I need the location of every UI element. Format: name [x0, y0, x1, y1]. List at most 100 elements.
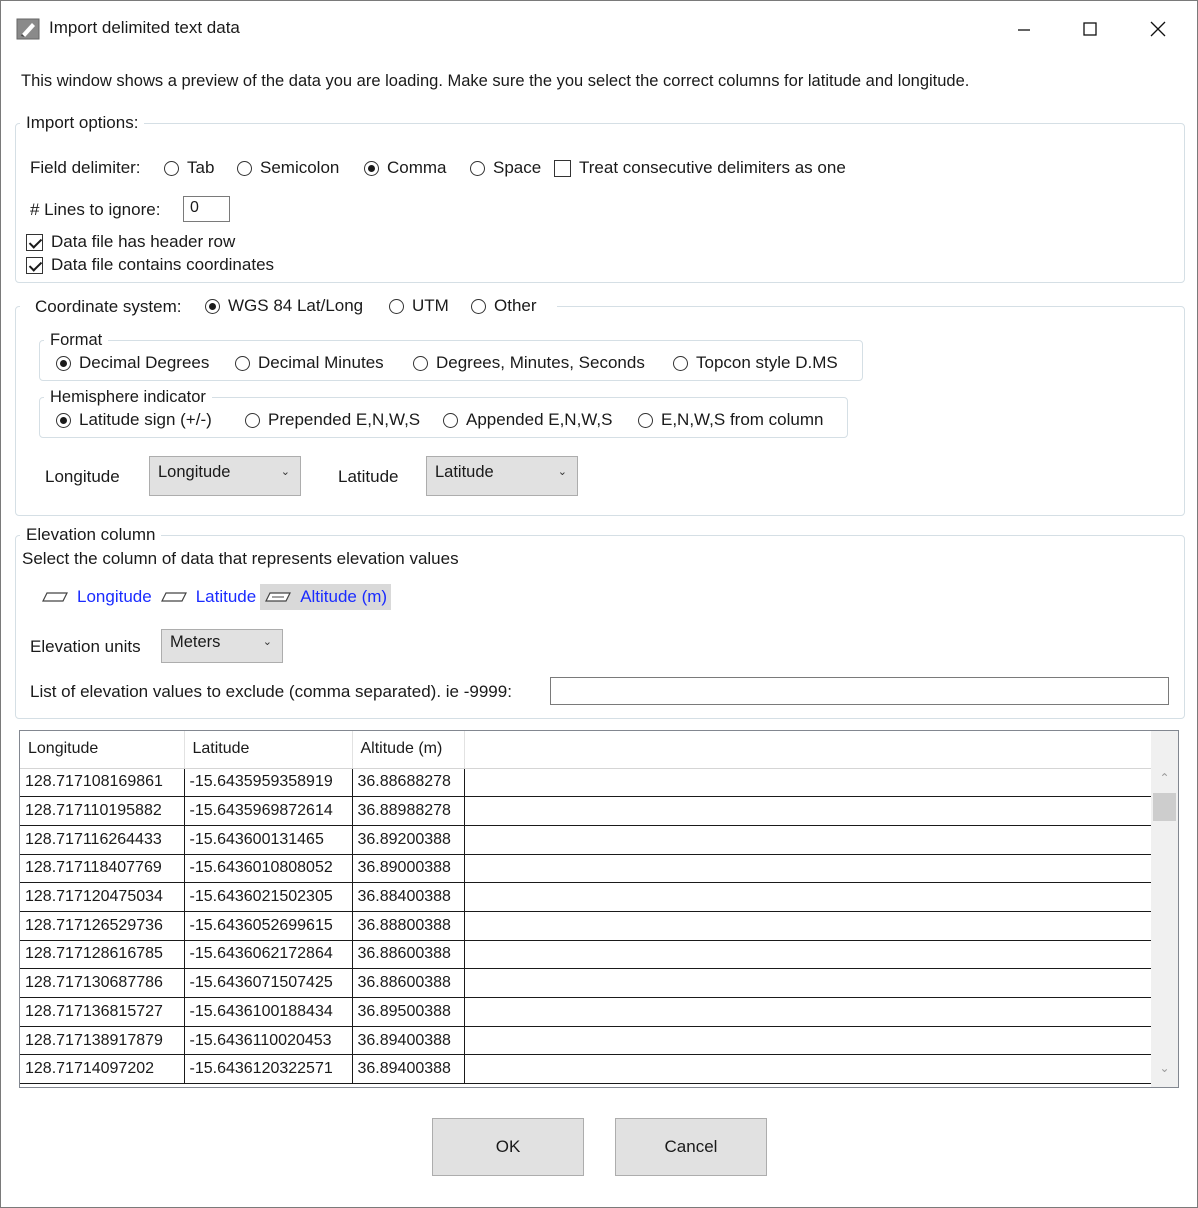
- elevation-column-label: Longitude: [77, 587, 152, 606]
- scrollbar-thumb[interactable]: [1153, 793, 1176, 821]
- table-row[interactable]: 128.71714097202 -15.6436120322571 36.89400…: [20, 1054, 1152, 1085]
- longitude-dropdown[interactable]: Longitude ⌄: [149, 456, 301, 496]
- radio-label: Space: [493, 158, 542, 177]
- header-row-checkbox[interactable]: Data file has header row: [26, 232, 235, 252]
- radio-indicator: [471, 298, 486, 314]
- column-header-altitude[interactable]: Altitude (m): [352, 731, 465, 769]
- radio-coord-utm[interactable]: UTM: [389, 296, 449, 316]
- cell: 128.717130687786: [20, 968, 185, 998]
- title-bar[interactable]: Import delimited text data: [1, 1, 1197, 57]
- data-table: Longitude Latitude Altitude (m) 128.7171…: [20, 731, 1152, 1085]
- close-button[interactable]: [1135, 11, 1181, 47]
- radio-label: Decimal Degrees: [79, 353, 210, 372]
- cell: -15.6435959358919: [184, 768, 353, 798]
- radio-indicator: [56, 355, 71, 371]
- radio-label: Degrees, Minutes, Seconds: [436, 353, 645, 372]
- radio-delimiter-tab[interactable]: Tab: [164, 158, 214, 178]
- cell: -15.6436071507425: [184, 968, 353, 998]
- cell: 36.89400388: [352, 1026, 465, 1056]
- radio-delimiter-comma[interactable]: Comma: [364, 158, 447, 178]
- latitude-dropdown[interactable]: Latitude ⌄: [426, 456, 578, 496]
- consecutive-delimiters-checkbox[interactable]: Treat consecutive delimiters as one: [554, 158, 846, 178]
- elevation-units-label: Elevation units: [30, 637, 141, 656]
- radio-indicator: [443, 412, 458, 428]
- checkbox-label: Data file has header row: [51, 232, 236, 251]
- elevation-column-altitude[interactable]: Altitude (m): [260, 584, 392, 610]
- scroll-up-icon[interactable]: ⌃: [1151, 771, 1178, 785]
- longitude-dropdown-value: Longitude: [158, 463, 231, 481]
- cell: 128.717120475034: [20, 882, 185, 912]
- radio-format-dms[interactable]: Degrees, Minutes, Seconds: [413, 353, 645, 373]
- table-row[interactable]: 128.717136815727 -15.6436100188434 36.8950…: [20, 997, 1152, 1027]
- radio-indicator: [673, 355, 688, 371]
- radio-hemisphere-column[interactable]: E,N,W,S from column: [638, 410, 823, 430]
- column-header-longitude[interactable]: Longitude: [20, 731, 185, 769]
- cell: 128.717138917879: [20, 1026, 185, 1056]
- table-row[interactable]: 128.717110195882 -15.6435969872614 36.8898…: [20, 796, 1152, 826]
- elevation-column-latitude[interactable]: Latitude: [156, 587, 261, 607]
- cell-filler: [464, 940, 1152, 970]
- scroll-down-icon[interactable]: ⌄: [1151, 1061, 1178, 1075]
- elevation-column-label: Latitude: [195, 587, 257, 606]
- lines-to-ignore-input[interactable]: 0: [183, 196, 230, 222]
- radio-coord-wgs84[interactable]: WGS 84 Lat/Long: [205, 296, 363, 316]
- lines-to-ignore-label: # Lines to ignore:: [30, 200, 161, 219]
- cell-filler: [464, 882, 1152, 912]
- cell: 36.88988278: [352, 796, 465, 826]
- cell: 36.89000388: [352, 854, 465, 884]
- elevation-column-longitude[interactable]: Longitude: [37, 587, 156, 607]
- cell-filler: [464, 1026, 1152, 1056]
- column-header-latitude[interactable]: Latitude: [184, 731, 353, 769]
- exclude-values-input[interactable]: [550, 677, 1169, 705]
- ok-button[interactable]: OK: [432, 1118, 584, 1176]
- cell: 36.89200388: [352, 825, 465, 855]
- radio-delimiter-semicolon[interactable]: Semicolon: [237, 158, 339, 178]
- table-row[interactable]: 128.717130687786 -15.6436071507425 36.8860…: [20, 968, 1152, 998]
- vertical-scrollbar[interactable]: ⌃ ⌄: [1151, 731, 1178, 1087]
- table-header-row: Longitude Latitude Altitude (m): [20, 731, 1152, 769]
- import-dialog: Import delimited text data This window s…: [0, 0, 1198, 1208]
- cell: 128.717108169861: [20, 768, 185, 798]
- chevron-down-icon: ⌄: [557, 466, 567, 478]
- maximize-button[interactable]: [1067, 11, 1113, 47]
- contains-coordinates-checkbox[interactable]: Data file contains coordinates: [26, 255, 274, 275]
- cell-filler: [464, 796, 1152, 826]
- minimize-button[interactable]: [1001, 11, 1047, 47]
- elevation-units-dropdown[interactable]: Meters ⌄: [161, 629, 283, 663]
- field-icon: [42, 592, 68, 602]
- radio-hemisphere-prepended[interactable]: Prepended E,N,W,S: [245, 410, 420, 430]
- cell: 128.717126529736: [20, 911, 185, 941]
- radio-label: Prepended E,N,W,S: [268, 410, 421, 429]
- radio-hemisphere-appended[interactable]: Appended E,N,W,S: [443, 410, 612, 430]
- table-row[interactable]: 128.717116264433 -15.643600131465 36.89200…: [20, 825, 1152, 855]
- radio-label: Appended E,N,W,S: [466, 410, 613, 429]
- cancel-button[interactable]: Cancel: [615, 1118, 767, 1176]
- radio-hemisphere-sign[interactable]: Latitude sign (+/-): [56, 410, 212, 430]
- checkbox-indicator: [26, 256, 43, 274]
- table-row[interactable]: 128.717128616785 -15.6436062172864 36.8860…: [20, 940, 1152, 970]
- radio-delimiter-space[interactable]: Space: [470, 158, 541, 178]
- radio-indicator: [389, 298, 404, 314]
- field-icon: [265, 592, 292, 602]
- radio-label: Latitude sign (+/-): [79, 410, 212, 429]
- cell-filler: [464, 911, 1152, 941]
- exclude-values-label: List of elevation values to exclude (com…: [30, 682, 512, 701]
- table-row[interactable]: 128.717118407769 -15.6436010808052 36.8900…: [20, 854, 1152, 884]
- data-preview-grid[interactable]: Longitude Latitude Altitude (m) 128.7171…: [19, 730, 1179, 1088]
- table-row[interactable]: 128.717120475034 -15.6436021502305 36.8840…: [20, 882, 1152, 912]
- radio-indicator: [56, 412, 71, 428]
- cell-filler: [464, 1054, 1152, 1085]
- radio-coord-other[interactable]: Other: [471, 296, 537, 316]
- cell: -15.6436021502305: [184, 882, 353, 912]
- cell: -15.6436110020453: [184, 1026, 353, 1056]
- cell-filler: [464, 997, 1152, 1027]
- app-icon: [16, 18, 40, 40]
- radio-format-topcon[interactable]: Topcon style D.MS: [673, 353, 838, 373]
- table-row[interactable]: 128.717126529736 -15.6436052699615 36.8880…: [20, 911, 1152, 941]
- chevron-down-icon: ⌄: [280, 466, 290, 478]
- table-row[interactable]: 128.717138917879 -15.6436110020453 36.8940…: [20, 1026, 1152, 1056]
- table-row[interactable]: 128.717108169861 -15.6435959358919 36.8868…: [20, 768, 1152, 798]
- radio-format-decimal-minutes[interactable]: Decimal Minutes: [235, 353, 384, 373]
- field-icon: [160, 592, 187, 602]
- radio-format-decimal-degrees[interactable]: Decimal Degrees: [56, 353, 209, 373]
